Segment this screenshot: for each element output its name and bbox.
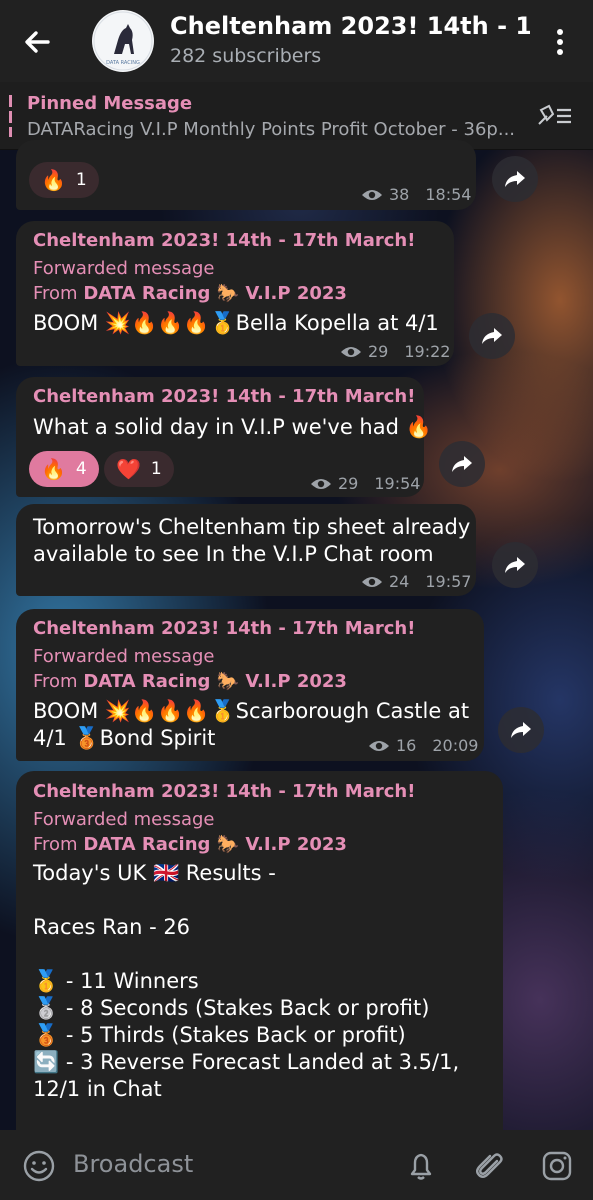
message-meta: 29 19:22 <box>340 342 450 361</box>
channel-title[interactable]: Cheltenham 2023! 14th - 17th <box>170 12 530 40</box>
forwarded-label: Forwarded message <box>33 809 215 830</box>
views-icon <box>369 740 389 751</box>
message-text-line: 🥇 - 11 Winners <box>33 969 199 993</box>
reaction-count: 1 <box>150 459 162 479</box>
share-arrow-icon <box>482 328 502 344</box>
svg-text:DATA RACING: DATA RACING <box>106 60 140 66</box>
reaction-heart[interactable]: ❤️ 1 <box>104 451 174 487</box>
message-text-line: Tomorrow's Cheltenham tip sheet already <box>33 515 471 539</box>
message-channel-name[interactable]: Cheltenham 2023! 14th - 17th March! <box>33 386 415 407</box>
forwarded-label: Forwarded message <box>33 258 215 279</box>
message-channel-name[interactable]: Cheltenham 2023! 14th - 17th March! <box>33 781 415 802</box>
message-text-line: Today's UK 🇬🇧 Results - <box>33 861 276 885</box>
share-button[interactable] <box>492 542 538 588</box>
message-text-line: BOOM 💥🔥🔥🔥🥇Scarborough Castle at <box>33 699 470 723</box>
message-channel-name[interactable]: Cheltenham 2023! 14th - 17th March! <box>33 618 415 639</box>
view-count: 16 <box>396 736 417 755</box>
message-meta: 29 19:54 <box>310 474 420 493</box>
bottom-bar: Broadcast <box>0 1130 593 1200</box>
pinned-text: DATARacing V.I.P Monthly Points Profit O… <box>27 119 516 140</box>
message-time: 20:09 <box>432 736 479 755</box>
channel-avatar[interactable]: DATA RACING <box>92 10 154 72</box>
view-count: 24 <box>389 572 410 591</box>
forwarded-from[interactable]: From DATA Racing 🐎 V.I.P 2023 <box>33 283 347 304</box>
bell-icon[interactable] <box>402 1147 440 1185</box>
views-icon <box>341 346 361 357</box>
channel-header: DATA RACING Cheltenham 2023! 14th - 17th… <box>0 0 593 82</box>
message-meta: 24 19:57 <box>361 572 471 591</box>
message-text-line: 🥉 - 5 Thirds (Stakes Back or profit) <box>33 1023 406 1047</box>
message-text-line: 12/1 in Chat <box>33 1077 162 1101</box>
from-prefix: From <box>33 671 84 692</box>
reaction-emoji: ❤️ <box>116 457 141 481</box>
message-text-line: 🥈 - 8 Seconds (Stakes Back or profit) <box>33 996 430 1020</box>
from-name: DATA Racing 🐎 V.I.P 2023 <box>83 283 347 304</box>
more-options-icon[interactable] <box>545 24 575 60</box>
message-text: BOOM 💥🔥🔥🔥🥇Bella Kopella at 4/1 <box>33 311 439 335</box>
forwarded-label: Forwarded message <box>33 646 215 667</box>
message-time: 18:54 <box>425 185 472 204</box>
view-count: 29 <box>338 474 359 493</box>
reaction-fire[interactable]: 🔥 1 <box>29 162 99 198</box>
message-time: 19:57 <box>425 572 472 591</box>
message-text-line: 🔄 - 3 Reverse Forecast Landed at 3.5/1, <box>33 1050 460 1074</box>
subscriber-count: 282 subscribers <box>170 45 322 67</box>
from-prefix: From <box>33 834 84 855</box>
from-name: DATA Racing 🐎 V.I.P 2023 <box>83 834 347 855</box>
message-text-line: 4/1 🥉Bond Spirit <box>33 726 216 750</box>
from-name: DATA Racing 🐎 V.I.P 2023 <box>83 671 347 692</box>
views-icon <box>362 576 382 587</box>
forwarded-from[interactable]: From DATA Racing 🐎 V.I.P 2023 <box>33 671 347 692</box>
broadcast-input[interactable]: Broadcast <box>73 1150 193 1178</box>
message-time: 19:22 <box>404 342 451 361</box>
message-channel-name[interactable]: Cheltenham 2023! 14th - 17th March! <box>33 230 415 251</box>
back-arrow-icon[interactable] <box>18 22 58 62</box>
view-count: 38 <box>389 185 410 204</box>
share-arrow-icon <box>505 171 525 187</box>
message-text-line: available to see In the V.I.P Chat room <box>33 542 434 566</box>
share-button[interactable] <box>469 313 515 359</box>
message-text: What a solid day in V.I.P we've had 🔥 <box>33 415 432 439</box>
share-arrow-icon <box>505 557 525 573</box>
message-meta: 16 20:09 <box>368 736 478 755</box>
forwarded-from[interactable]: From DATA Racing 🐎 V.I.P 2023 <box>33 834 347 855</box>
pin-list-icon[interactable] <box>535 100 575 132</box>
from-prefix: From <box>33 283 84 304</box>
pinned-label: Pinned Message <box>27 93 193 114</box>
share-button[interactable] <box>498 707 544 753</box>
view-count: 29 <box>368 342 389 361</box>
views-icon <box>362 189 382 200</box>
share-arrow-icon <box>452 456 472 472</box>
message-meta: 38 18:54 <box>361 185 471 204</box>
views-icon <box>311 478 331 489</box>
message-bubble: Cheltenham 2023! 14th - 17th March! Forw… <box>16 771 503 1151</box>
share-arrow-icon <box>511 722 531 738</box>
message-text-line: Races Ran - 26 <box>33 915 191 939</box>
reaction-emoji: 🔥 <box>41 457 66 481</box>
share-button[interactable] <box>439 441 485 487</box>
reaction-fire[interactable]: 🔥 4 <box>29 451 99 487</box>
reaction-count: 1 <box>75 170 87 190</box>
camera-icon[interactable] <box>538 1147 576 1185</box>
message-time: 19:54 <box>374 474 421 493</box>
share-button[interactable] <box>492 156 538 202</box>
emoji-icon[interactable] <box>20 1147 58 1185</box>
pinned-indicator <box>9 95 12 137</box>
reaction-count: 4 <box>75 459 87 479</box>
reaction-emoji: 🔥 <box>41 168 66 192</box>
attach-icon[interactable] <box>470 1147 508 1185</box>
